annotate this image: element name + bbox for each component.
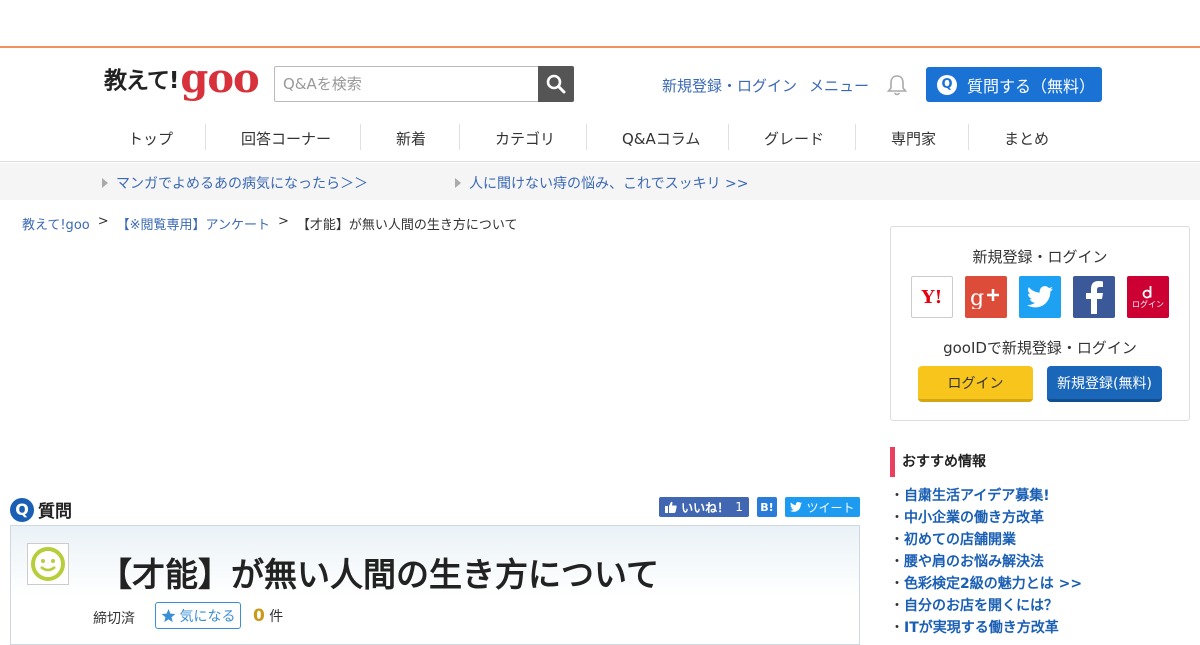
recommend-list: 自粛生活アイデア募集! 中小企業の働き方改革 初めての店舗開業 腰や肩のお悩み解… xyxy=(890,485,1200,639)
yahoo-login-button[interactable]: Y! xyxy=(911,276,953,318)
recommend-section: おすすめ情報 自粛生活アイデア募集! 中小企業の働き方改革 初めての店舗開業 腰… xyxy=(890,447,1200,639)
search-button[interactable] xyxy=(538,66,574,102)
nav-divider xyxy=(968,124,969,150)
breadcrumb: 教えて!goo > 【※閲覧専用】アンケート > 【才能】が無い人間の生き方につ… xyxy=(22,214,518,233)
docomo-icon xyxy=(1142,285,1152,298)
nav-matome[interactable]: まとめ xyxy=(1004,128,1049,149)
facebook-icon xyxy=(1086,281,1103,314)
facebook-like-button[interactable]: いいね！ 1 xyxy=(659,497,749,517)
tweet-button[interactable]: ツイート xyxy=(785,497,860,517)
notification-bell-icon[interactable] xyxy=(886,73,908,101)
recommend-item[interactable]: 自粛生活アイデア募集! xyxy=(890,485,1200,507)
question-title: 【才能】が無い人間の生き方について xyxy=(99,555,660,594)
like-count: 1 xyxy=(735,500,743,514)
promo-link-hemorrhoid[interactable]: 人に聞けない痔の悩み、これでスッキリ >> xyxy=(455,173,749,193)
logo-brand: goo xyxy=(180,55,259,102)
watch-count: 0 件 xyxy=(253,606,283,626)
breadcrumb-category[interactable]: 【※閲覧専用】アンケート xyxy=(117,214,270,233)
nav-divider xyxy=(205,124,206,150)
breadcrumb-separator: > xyxy=(97,214,109,229)
promo-link-label: マンガでよめるあの病気になったら＞＞ xyxy=(116,176,368,192)
question-icon: Q xyxy=(937,74,957,95)
docomo-login-button[interactable]: ログイン xyxy=(1127,276,1169,318)
ask-question-button[interactable]: Q 質問する（無料） xyxy=(926,67,1102,102)
breadcrumb-separator: > xyxy=(278,214,289,229)
nav-answer-corner[interactable]: 回答コーナー xyxy=(241,128,331,149)
search-input[interactable] xyxy=(274,66,538,102)
breadcrumb-current: 【才能】が無い人間の生き方について xyxy=(296,218,518,233)
watch-count-number: 0 xyxy=(253,606,265,626)
hatena-bookmark-button[interactable]: B! xyxy=(757,497,777,517)
status-badge: 締切済 xyxy=(93,611,135,627)
nav-qa-column[interactable]: Q&Aコラム xyxy=(622,128,700,149)
like-label: いいね！ xyxy=(681,500,730,515)
nav-divider xyxy=(360,124,361,150)
twitter-bird-icon xyxy=(790,502,803,512)
avatar[interactable] xyxy=(27,543,69,585)
login-panel-title: 新規登録・ログイン xyxy=(972,248,1108,266)
nav-divider xyxy=(855,124,856,150)
login-panel: 新規登録・ログイン Y! g ログイン gooIDで新規登録・ログイン ログイン… xyxy=(890,226,1190,421)
promo-link-label: 人に聞けない痔の悩み、これでスッキリ >> xyxy=(469,176,749,192)
arrow-right-icon xyxy=(102,178,108,188)
watch-label: 気になる xyxy=(179,608,236,625)
nav-new[interactable]: 新着 xyxy=(396,128,426,149)
recommend-item[interactable]: 自分のお店を開くには？ xyxy=(890,595,1200,617)
thumbs-up-icon xyxy=(665,501,677,513)
top-ad-bar xyxy=(0,0,1200,48)
nav-divider xyxy=(459,124,460,150)
question-card: 【才能】が無い人間の生き方について 締切済 気になる 0 件 xyxy=(10,525,860,645)
twitter-icon xyxy=(1027,286,1053,308)
nav-top[interactable]: トップ xyxy=(128,128,173,149)
search-icon xyxy=(546,74,566,94)
question-badge-icon: Q xyxy=(10,497,34,522)
smiley-avatar-icon xyxy=(31,547,65,581)
docomo-login-label: ログイン xyxy=(1132,299,1164,309)
svg-text:g: g xyxy=(970,286,984,309)
question-section-label: 質問 xyxy=(38,502,72,522)
recommend-heading: おすすめ情報 xyxy=(890,447,1200,477)
menu-link[interactable]: メニュー xyxy=(809,75,869,96)
signup-login-link[interactable]: 新規登録・ログイン xyxy=(662,75,797,96)
nav-divider xyxy=(728,124,729,150)
question-section-header: Q 質問 xyxy=(10,497,72,522)
google-plus-login-button[interactable]: g xyxy=(965,276,1007,318)
site-logo[interactable]: 教えて! goo xyxy=(104,55,260,102)
nav-category[interactable]: カテゴリ xyxy=(495,128,555,149)
recommend-item[interactable]: 中小企業の働き方改革 xyxy=(890,507,1200,529)
promo-link-manga[interactable]: マンガでよめるあの病気になったら＞＞ xyxy=(102,173,368,193)
watch-button[interactable]: 気になる xyxy=(155,602,241,629)
search-bar xyxy=(274,66,574,102)
recommend-item[interactable]: 初めての店舗開業 xyxy=(890,529,1200,551)
star-icon xyxy=(161,608,175,622)
login-button[interactable]: ログイン xyxy=(918,366,1033,402)
nav-expert[interactable]: 専門家 xyxy=(891,128,936,149)
ask-question-label: 質問する（無料） xyxy=(967,76,1096,96)
register-button[interactable]: 新規登録(無料) xyxy=(1047,366,1162,402)
logo-text: 教えて! xyxy=(104,68,179,94)
promo-bar: マンガでよめるあの病気になったら＞＞ 人に聞けない痔の悩み、これでスッキリ >> xyxy=(0,163,1200,200)
twitter-login-button[interactable] xyxy=(1019,276,1061,318)
gooid-login-text: gooIDで新規登録・ログイン xyxy=(943,339,1137,357)
tweet-label: ツイート xyxy=(806,500,855,515)
breadcrumb-home[interactable]: 教えて!goo xyxy=(22,214,90,233)
yahoo-icon: Y! xyxy=(921,286,943,308)
recommend-item[interactable]: ITが実現する働き方改革 xyxy=(890,617,1200,639)
main-nav: トップ 回答コーナー 新着 カテゴリ Q&Aコラム グレード 専門家 まとめ xyxy=(0,118,1200,162)
google-plus-icon: g xyxy=(970,286,999,309)
facebook-login-button[interactable] xyxy=(1073,276,1115,318)
recommend-item[interactable]: 腰や肩のお悩み解決法 xyxy=(890,551,1200,573)
nav-grade[interactable]: グレード xyxy=(764,128,824,149)
arrow-right-icon xyxy=(455,178,461,188)
nav-divider xyxy=(586,124,587,150)
recommend-item[interactable]: 色彩検定2級の魅力とは >> xyxy=(890,573,1200,595)
watch-count-unit: 件 xyxy=(269,609,284,625)
